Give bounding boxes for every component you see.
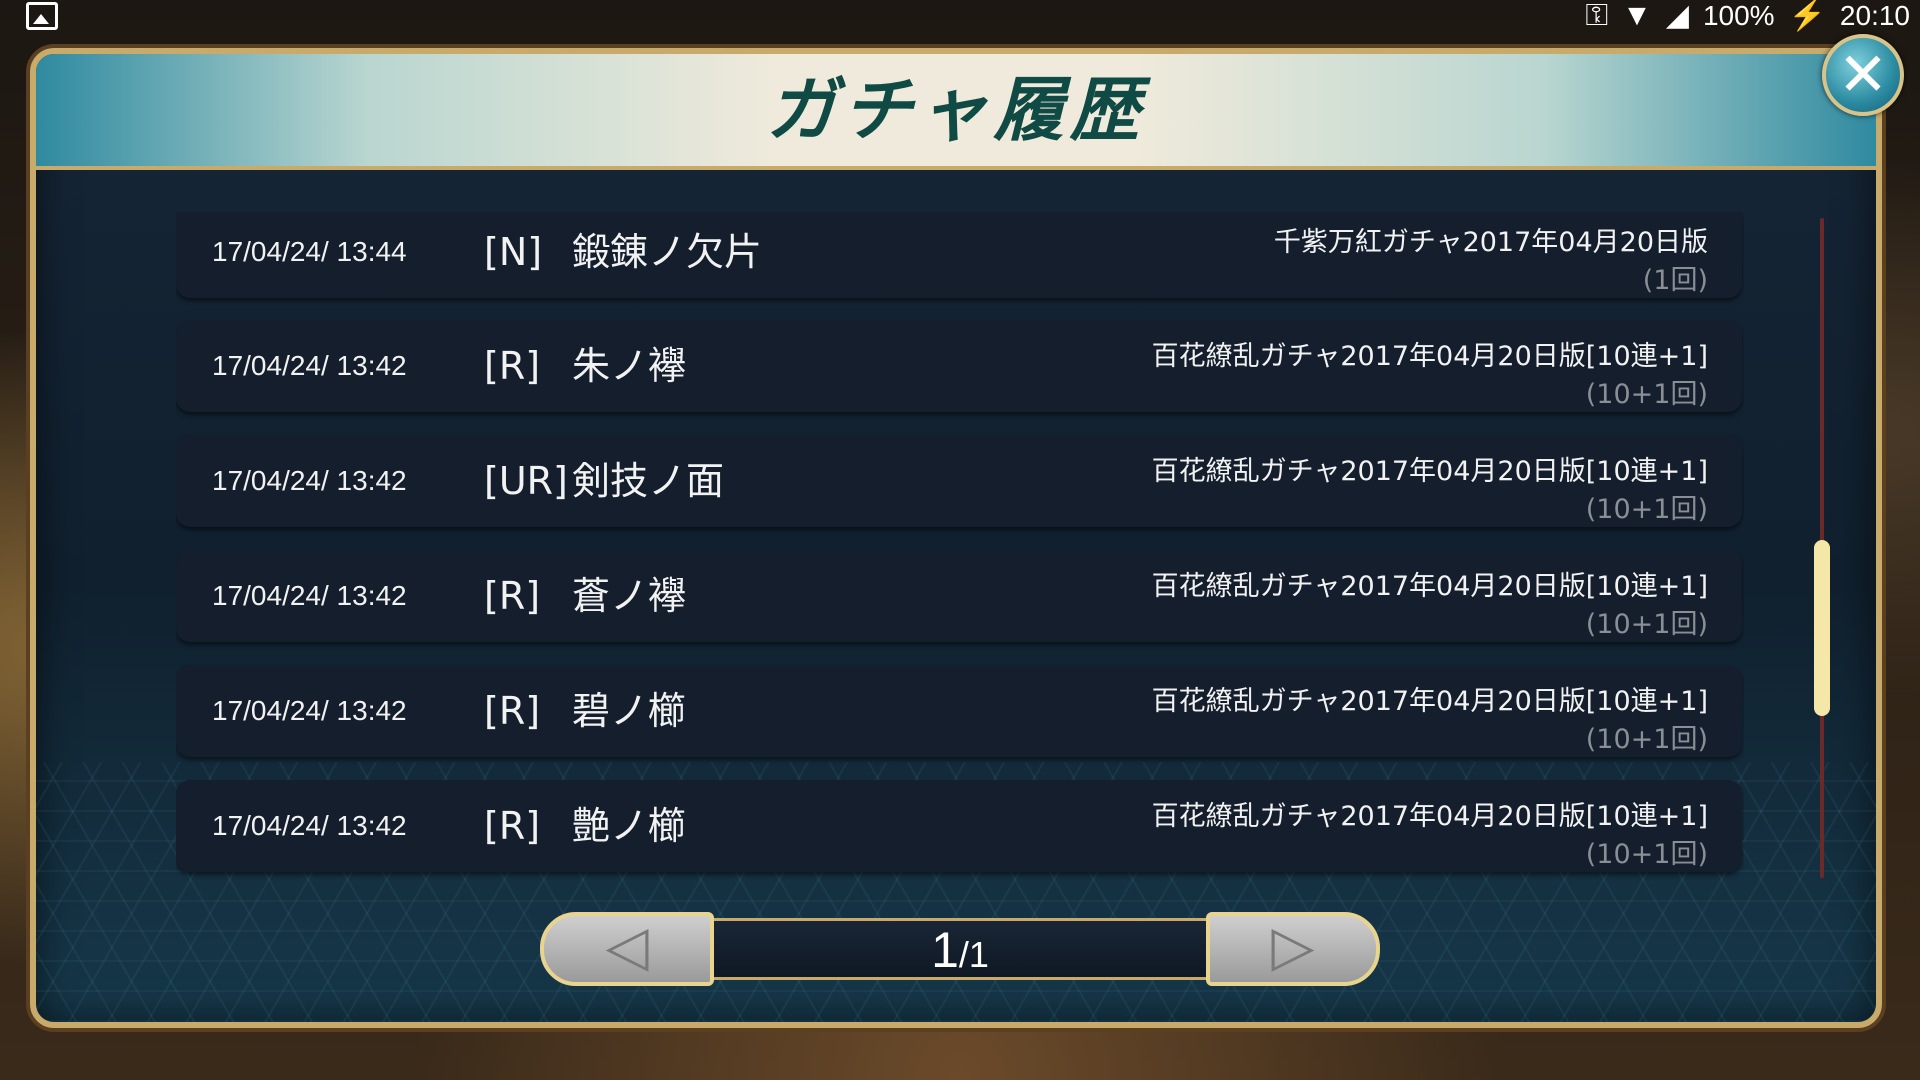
current-page: 1 <box>931 922 959 978</box>
row-rarity: [R] <box>484 344 541 388</box>
row-gacha-source: 百花繚乱ガチャ2017年04月20日版[10連+1] <box>1151 801 1708 832</box>
row-gacha-source: 百花繚乱ガチャ2017年04月20日版[10連+1] <box>1151 456 1708 487</box>
row-item-name: 蒼ノ襷 <box>572 574 687 618</box>
wifi-icon: ▼ <box>1622 0 1652 32</box>
chevron-right-icon: ▷ <box>1271 914 1315 979</box>
row-rarity: [R] <box>484 574 541 618</box>
history-row: 17/04/24/ 13:42 [R] 碧ノ櫛 百花繚乱ガチャ2017年04月2… <box>176 665 1742 757</box>
history-row: 17/04/24/ 13:44 [N] 鍛錬ノ欠片 千紫万紅ガチャ2017年04… <box>176 212 1742 298</box>
row-gacha-source: 百花繚乱ガチャ2017年04月20日版[10連+1] <box>1151 686 1708 717</box>
history-row: 17/04/24/ 13:42 [R] 朱ノ襷 百花繚乱ガチャ2017年04月2… <box>176 320 1742 412</box>
row-date: 17/04/24/ 13:44 <box>212 236 407 267</box>
row-gacha-source: 千紫万紅ガチャ2017年04月20日版 <box>1273 227 1708 258</box>
row-item-name: 剣技ノ面 <box>572 459 725 503</box>
row-date: 17/04/24/ 13:42 <box>212 580 407 611</box>
row-date: 17/04/24/ 13:42 <box>212 695 407 726</box>
dialog-title: ガチャ履歴 <box>766 68 1146 151</box>
row-rarity: [UR] <box>484 459 568 503</box>
key-icon: ⚿ <box>1585 0 1609 32</box>
row-pull-count: (10+1回) <box>1585 839 1708 870</box>
history-row: 17/04/24/ 13:42 [UR] 剣技ノ面 百花繚乱ガチャ2017年04… <box>176 435 1742 527</box>
battery-percent: 100% <box>1702 0 1775 31</box>
clock: 20:10 <box>1839 0 1910 31</box>
pagination: ◁ 1/1 ▷ <box>540 912 1380 986</box>
next-page-button[interactable]: ▷ <box>1206 912 1380 986</box>
history-list[interactable]: 17/04/24/ 13:44 [N] 鍛錬ノ欠片 千紫万紅ガチャ2017年04… <box>176 212 1744 880</box>
row-date: 17/04/24/ 13:42 <box>212 350 407 381</box>
row-pull-count: (1回) <box>1642 265 1708 296</box>
row-date: 17/04/24/ 13:42 <box>212 465 407 496</box>
row-item-name: 碧ノ櫛 <box>572 689 687 733</box>
chevron-left-icon: ◁ <box>605 914 649 979</box>
row-rarity: [N] <box>484 230 543 274</box>
row-pull-count: (10+1回) <box>1585 724 1708 755</box>
row-item-name: 艶ノ櫛 <box>572 804 687 848</box>
row-rarity: [R] <box>484 689 541 733</box>
row-item-name: 鍛錬ノ欠片 <box>572 230 763 274</box>
row-item-name: 朱ノ襷 <box>572 344 687 388</box>
row-pull-count: (10+1回) <box>1585 379 1708 410</box>
prev-page-button[interactable]: ◁ <box>540 912 714 986</box>
row-gacha-source: 百花繚乱ガチャ2017年04月20日版[10連+1] <box>1151 341 1708 372</box>
status-icons: ⚿ ▼ ◢ 100% ⚡ 20:10 <box>1585 0 1910 34</box>
row-gacha-source: 百花繚乱ガチャ2017年04月20日版[10連+1] <box>1151 571 1708 602</box>
row-rarity: [R] <box>484 804 541 848</box>
history-row: 17/04/24/ 13:42 [R] 艶ノ櫛 百花繚乱ガチャ2017年04月2… <box>176 780 1742 872</box>
page-separator: / <box>958 934 969 975</box>
signal-icon: ◢ <box>1665 0 1689 32</box>
charging-icon: ⚡ <box>1788 0 1826 32</box>
status-bar: ⚿ ▼ ◢ 100% ⚡ 20:10 <box>0 0 1920 36</box>
row-pull-count: (10+1回) <box>1585 494 1708 525</box>
row-pull-count: (10+1回) <box>1585 609 1708 640</box>
scrollbar-thumb[interactable] <box>1814 540 1830 716</box>
history-row: 17/04/24/ 13:42 [R] 蒼ノ襷 百花繚乱ガチャ2017年04月2… <box>176 550 1742 642</box>
image-notification-icon <box>26 2 58 30</box>
close-icon: ✕ <box>1837 40 1889 110</box>
total-pages: 1 <box>968 934 989 975</box>
close-button[interactable]: ✕ <box>1822 34 1904 116</box>
page-indicator: 1/1 <box>714 918 1206 980</box>
row-date: 17/04/24/ 13:42 <box>212 810 407 841</box>
